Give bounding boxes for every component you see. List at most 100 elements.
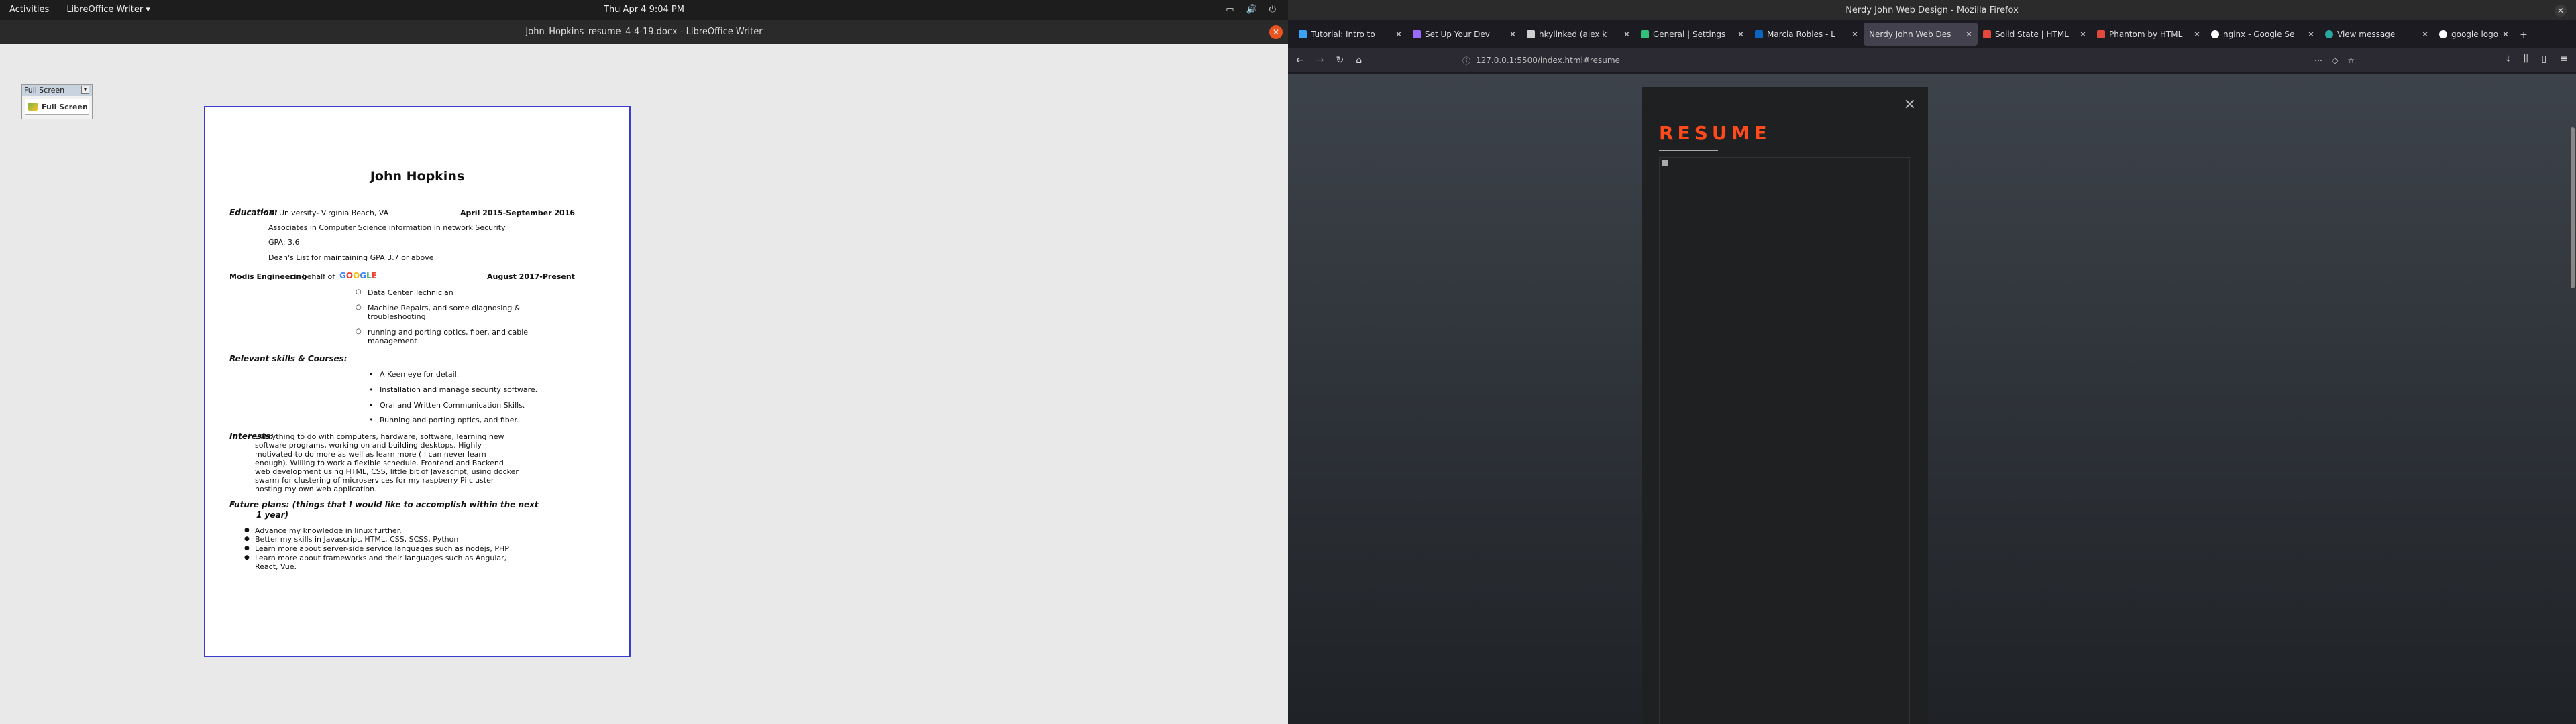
browser-tab[interactable]: General | Settings ✕ <box>1635 23 1750 46</box>
writer-window-title: John_Hopkins_resume_4-4-19.docx - LibreO… <box>525 27 763 37</box>
close-icon[interactable]: ✕ <box>1966 29 1972 39</box>
library-icon[interactable]: ⫼ <box>2524 54 2528 64</box>
download-icon[interactable]: ⤓ <box>2506 54 2510 64</box>
fullscreen-button[interactable]: Full Screen <box>25 99 89 115</box>
future-plans-label-cont: 1 year) <box>256 510 288 520</box>
browser-tab-active[interactable]: Nerdy John Web Des ✕ <box>1864 23 1978 46</box>
browser-tab[interactable]: Marcia Robles - L ✕ <box>1750 23 1864 46</box>
google-letter: O <box>353 271 360 280</box>
system-tray[interactable]: ▭ 🔊 ⏻ <box>1226 5 1276 15</box>
new-tab-button[interactable]: ＋ <box>2514 23 2534 46</box>
volume-icon[interactable]: 🔊 <box>1246 5 1257 15</box>
bookmark-star-icon[interactable]: ☆ <box>2347 56 2355 65</box>
favicon-icon <box>2211 30 2219 38</box>
interests-line: Everything to do with computers, hardwar… <box>255 432 504 441</box>
app-menu[interactable]: LibreOffice Writer ▾ <box>66 5 150 15</box>
resume-embed-frame[interactable] <box>1659 157 1910 724</box>
menu-icon[interactable]: ≡ <box>2560 54 2568 64</box>
work-item: troubleshooting <box>368 312 426 321</box>
close-icon[interactable]: ✕ <box>1623 29 1630 39</box>
close-icon[interactable]: ✕ <box>2422 29 2428 39</box>
info-icon[interactable]: ⓘ <box>1462 55 1470 66</box>
browser-tab[interactable]: Phantom by HTML ✕ <box>2092 23 2206 46</box>
firefox-window: Tutorial: Intro to ✕ Set Up Your Dev ✕ hky… <box>1288 20 2576 724</box>
url-text: 127.0.0.1:5500/index.html#resume <box>1476 56 1620 65</box>
toolbar-right: ⤓ ⫼ ▯ ≡ <box>2506 54 2568 64</box>
document-page[interactable]: John Hopkins Education: ECPI University-… <box>204 106 631 657</box>
future-item: Learn more about frameworks and their la… <box>244 554 506 562</box>
close-icon[interactable]: ✕ <box>2502 29 2509 39</box>
close-icon[interactable]: ✕ <box>1509 29 1516 39</box>
close-icon[interactable]: ✕ <box>2194 29 2200 39</box>
browser-tab[interactable]: View message ✕ <box>2320 23 2434 46</box>
skills-label: Relevant skills & Courses: <box>229 354 347 363</box>
google-letter: E <box>371 271 377 280</box>
page-viewport: ✕ RESUME <box>1288 74 2576 724</box>
browser-tab[interactable]: nginx - Google Se ✕ <box>2206 23 2320 46</box>
page-actions-icon[interactable]: ⋯ <box>2314 56 2322 65</box>
home-icon[interactable]: ⌂ <box>1356 55 1362 66</box>
chevron-down-icon[interactable]: ▾ <box>81 86 89 94</box>
writer-close-button[interactable]: ✕ <box>1269 25 1283 39</box>
close-icon[interactable]: ✕ <box>2080 29 2086 39</box>
future-item: Learn more about server-side service lan… <box>244 544 509 553</box>
firefox-titlebar: Nerdy John Web Design - Mozilla Firefox … <box>1288 0 2576 20</box>
system-clock[interactable]: Thu Apr 4 9:04 PM <box>604 5 684 15</box>
future-item: Better my skills in Javascript, HTML, CS… <box>244 535 458 544</box>
fullscreen-toolbar-title: Full Screen <box>24 86 65 95</box>
favicon-icon <box>1983 30 1991 38</box>
education-gpa: GPA: 3.6 <box>268 238 300 247</box>
browser-tab[interactable]: Set Up Your Dev ✕ <box>1407 23 1521 46</box>
close-icon[interactable]: ✕ <box>2308 29 2314 39</box>
url-bar[interactable]: ⓘ 127.0.0.1:5500/index.html#resume ⋯ ◇ ☆ <box>1456 51 2361 70</box>
page-scrollbar[interactable] <box>2571 127 2575 288</box>
app-menu-label: LibreOffice Writer <box>66 5 144 15</box>
tab-label: Marcia Robles - L <box>1767 29 1835 39</box>
favicon-icon <box>1755 30 1763 38</box>
fullscreen-toolbar: Full Screen ▾ Full Screen <box>21 84 93 119</box>
work-dates: August 2017-Present <box>487 272 575 281</box>
pocket-icon[interactable]: ◇ <box>2332 56 2338 65</box>
browser-tab[interactable]: google logo colo ✕ <box>2434 23 2514 46</box>
forward-icon[interactable]: → <box>1316 55 1324 66</box>
fullscreen-toolbar-header[interactable]: Full Screen ▾ <box>22 85 92 96</box>
resume-modal: ✕ RESUME <box>1642 87 1928 724</box>
favicon-icon <box>2097 30 2105 38</box>
back-icon[interactable]: ← <box>1296 55 1304 66</box>
tab-label: General | Settings <box>1653 29 1726 39</box>
screen-icon[interactable]: ▭ <box>1226 5 1234 15</box>
close-icon[interactable]: ✕ <box>1395 29 1402 39</box>
interests-line: software programs, working on and buildi… <box>255 441 482 450</box>
favicon-icon <box>2325 30 2333 38</box>
skill-item: Running and porting optics, and fiber. <box>369 416 519 424</box>
activities-button[interactable]: Activities <box>9 5 49 15</box>
browser-tab[interactable]: Solid State | HTML ✕ <box>1978 23 2092 46</box>
system-top-bar: Activities LibreOffice Writer ▾ Thu Apr … <box>0 0 1288 20</box>
firefox-window-title: Nerdy John Web Design - Mozilla Firefox <box>1845 5 2019 15</box>
education-honor: Dean's List for maintaining GPA 3.7 or a… <box>268 253 434 262</box>
modal-close-icon[interactable]: ✕ <box>1904 97 1916 113</box>
future-item: Advance my knowledge in linux further. <box>244 526 402 535</box>
favicon-icon <box>2439 30 2447 38</box>
future-item: React, Vue. <box>255 562 297 571</box>
sidebar-icon[interactable]: ▯ <box>2542 54 2547 64</box>
work-item: management <box>368 337 417 345</box>
close-icon[interactable]: ✕ <box>1851 29 1858 39</box>
google-letter: G <box>360 271 367 280</box>
power-icon[interactable]: ⏻ <box>1269 5 1276 15</box>
work-behalf: - on behalf of <box>286 272 335 281</box>
google-logo-text: GOOGLE <box>339 271 377 280</box>
tab-label: nginx - Google Se <box>2223 29 2295 39</box>
close-icon[interactable]: ✕ <box>1737 29 1744 39</box>
favicon-icon <box>1641 30 1649 38</box>
fullscreen-icon <box>28 103 38 111</box>
browser-tab[interactable]: Tutorial: Intro to ✕ <box>1293 23 1407 46</box>
modal-heading: RESUME <box>1659 122 1771 144</box>
firefox-close-button[interactable]: ✕ <box>2555 5 2567 17</box>
tab-strip: Tutorial: Intro to ✕ Set Up Your Dev ✕ hky… <box>1288 20 2576 48</box>
google-letter: L <box>366 271 372 280</box>
tab-label: Set Up Your Dev <box>1425 29 1490 39</box>
browser-tab[interactable]: hkylinked (alex k ✕ <box>1521 23 1635 46</box>
education-dates: April 2015-September 2016 <box>460 208 576 217</box>
reload-icon[interactable]: ↻ <box>1336 55 1344 66</box>
